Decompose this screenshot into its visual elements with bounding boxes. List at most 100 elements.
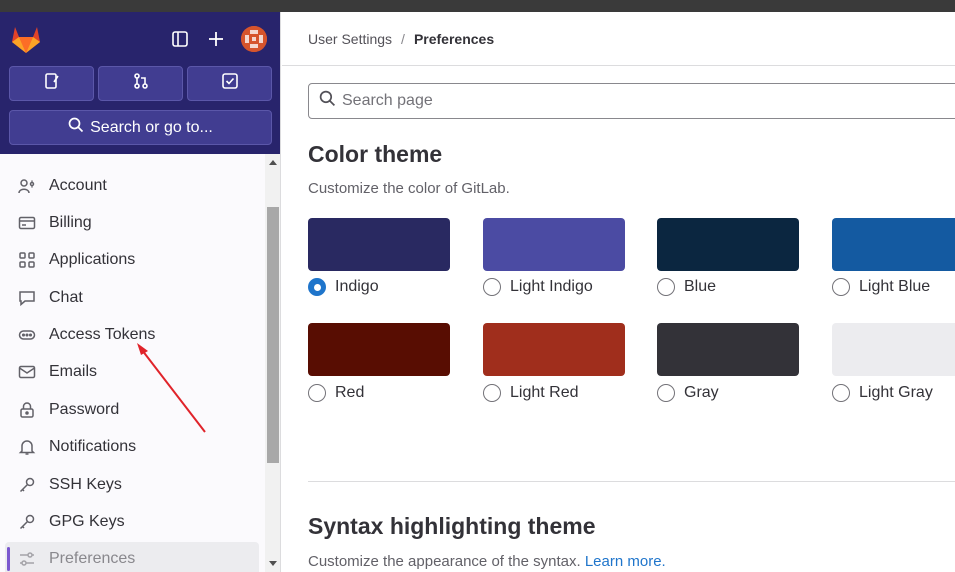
syntax-theme-title: Syntax highlighting theme: [308, 513, 596, 539]
theme-option-light-indigo[interactable]: Light Indigo: [483, 278, 593, 296]
search-icon: [319, 90, 342, 112]
theme-radio-light-red[interactable]: [483, 384, 501, 402]
theme-label-red: Red: [335, 384, 365, 401]
sidebar-toggle-icon[interactable]: [169, 28, 191, 50]
issues-button[interactable]: [9, 66, 94, 101]
merge-requests-button[interactable]: [98, 66, 183, 101]
token-icon: [18, 326, 36, 344]
syntax-theme-description-text: Customize the appearance of the syntax.: [308, 553, 581, 570]
sidebar-item-label: Account: [49, 177, 107, 194]
bell-icon: [18, 438, 36, 456]
theme-swatch-gray[interactable]: [657, 323, 799, 376]
mail-icon: [18, 363, 36, 381]
theme-option-red[interactable]: Red: [308, 384, 364, 402]
sidebar-item-label: Preferences: [49, 550, 136, 567]
preferences-icon: [18, 550, 36, 568]
todo-button[interactable]: [187, 66, 272, 101]
theme-radio-red[interactable]: [308, 384, 326, 402]
issues-icon: [43, 72, 61, 95]
sidebar-item-applications[interactable]: Applications: [5, 243, 259, 277]
theme-option-light-red[interactable]: Light Red: [483, 384, 579, 402]
lock-icon: [18, 401, 36, 419]
theme-swatch-light-gray[interactable]: [832, 323, 955, 376]
create-new-icon[interactable]: [205, 28, 227, 50]
color-theme-title: Color theme: [308, 141, 443, 167]
sidebar-item-billing[interactable]: Billing: [5, 206, 259, 240]
theme-radio-light-indigo[interactable]: [483, 278, 501, 296]
sidebar-item-access-tokens[interactable]: Access Tokens: [5, 318, 259, 352]
search-or-go-label: Search or go to...: [90, 118, 213, 136]
browser-top-strip: [0, 0, 955, 12]
sidebar-item-ssh-keys[interactable]: SSH Keys: [5, 468, 259, 502]
theme-radio-light-blue[interactable]: [832, 278, 850, 296]
search-or-go-button[interactable]: Search or go to...: [9, 110, 272, 145]
chat-icon: [18, 289, 36, 307]
breadcrumb-user-settings[interactable]: User Settings: [308, 31, 392, 47]
sidebar-item-label: Applications: [49, 251, 136, 268]
todo-icon: [221, 72, 239, 95]
theme-label-indigo: Indigo: [335, 278, 379, 295]
sidebar-item-chat[interactable]: Chat: [5, 281, 259, 315]
theme-swatch-blue[interactable]: [657, 218, 799, 271]
learn-more-link[interactable]: Learn more.: [585, 553, 666, 570]
key-icon: [18, 513, 36, 531]
theme-label-light-blue: Light Blue: [859, 278, 931, 295]
syntax-theme-description: Customize the appearance of the syntax. …: [308, 553, 666, 570]
user-avatar[interactable]: [241, 26, 267, 52]
theme-label-gray: Gray: [684, 384, 719, 401]
theme-swatch-indigo[interactable]: [308, 218, 450, 271]
main-content: User Settings / Preferences Search page …: [282, 12, 955, 572]
sidebar-item-notifications[interactable]: Notifications: [5, 430, 259, 464]
theme-option-light-gray[interactable]: Light Gray: [832, 384, 933, 402]
theme-radio-indigo[interactable]: [308, 278, 326, 296]
breadcrumb: User Settings / Preferences: [308, 31, 494, 47]
scroll-up-arrow-icon[interactable]: [269, 160, 277, 165]
applications-icon: [18, 251, 36, 269]
scroll-down-arrow-icon[interactable]: [269, 561, 277, 566]
theme-swatch-red[interactable]: [308, 323, 450, 376]
section-divider: [308, 481, 955, 482]
theme-swatch-light-blue[interactable]: [832, 218, 955, 271]
gitlab-logo[interactable]: [10, 24, 42, 54]
sidebar: Search or go to... Account Billing Appli…: [0, 12, 281, 572]
theme-radio-blue[interactable]: [657, 278, 675, 296]
sidebar-item-password[interactable]: Password: [5, 393, 259, 427]
sidebar-item-label: Password: [49, 401, 120, 418]
sidebar-scrollbar[interactable]: [265, 154, 280, 572]
theme-label-light-indigo: Light Indigo: [510, 278, 593, 295]
sidebar-item-emails[interactable]: Emails: [5, 355, 259, 389]
sidebar-item-preferences[interactable]: Preferences: [5, 542, 259, 572]
key-icon: [18, 476, 36, 494]
theme-option-indigo[interactable]: Indigo: [308, 278, 379, 296]
breadcrumb-separator: /: [401, 31, 405, 47]
theme-label-light-red: Light Red: [510, 384, 579, 401]
theme-swatch-light-red[interactable]: [483, 323, 625, 376]
account-icon: [18, 177, 36, 195]
sidebar-item-label: Billing: [49, 214, 92, 231]
sidebar-item-label: SSH Keys: [49, 476, 122, 493]
breadcrumb-preferences[interactable]: Preferences: [414, 31, 494, 47]
sidebar-item-gpg-keys[interactable]: GPG Keys: [5, 505, 259, 539]
sidebar-item-label: Chat: [49, 289, 83, 306]
theme-option-gray[interactable]: Gray: [657, 384, 719, 402]
theme-label-light-gray: Light Gray: [859, 384, 933, 401]
search-icon: [68, 117, 90, 138]
sidebar-item-label: GPG Keys: [49, 513, 125, 530]
search-page-input[interactable]: Search page: [308, 83, 955, 119]
scroll-thumb[interactable]: [267, 207, 279, 463]
sidebar-item-label: Access Tokens: [49, 326, 156, 343]
color-theme-description: Customize the color of GitLab.: [308, 180, 510, 197]
breadcrumb-divider: [282, 65, 955, 66]
theme-option-light-blue[interactable]: Light Blue: [832, 278, 930, 296]
sidebar-item-label: Notifications: [49, 438, 137, 455]
theme-radio-gray[interactable]: [657, 384, 675, 402]
merge-requests-icon: [132, 72, 150, 95]
billing-icon: [18, 214, 36, 232]
sidebar-header: Search or go to...: [0, 12, 280, 154]
theme-radio-light-gray[interactable]: [832, 384, 850, 402]
theme-label-blue: Blue: [684, 278, 717, 295]
sidebar-item-account[interactable]: Account: [5, 169, 259, 203]
theme-option-blue[interactable]: Blue: [657, 278, 716, 296]
sidebar-item-label: Emails: [49, 363, 98, 380]
theme-swatch-light-indigo[interactable]: [483, 218, 625, 271]
